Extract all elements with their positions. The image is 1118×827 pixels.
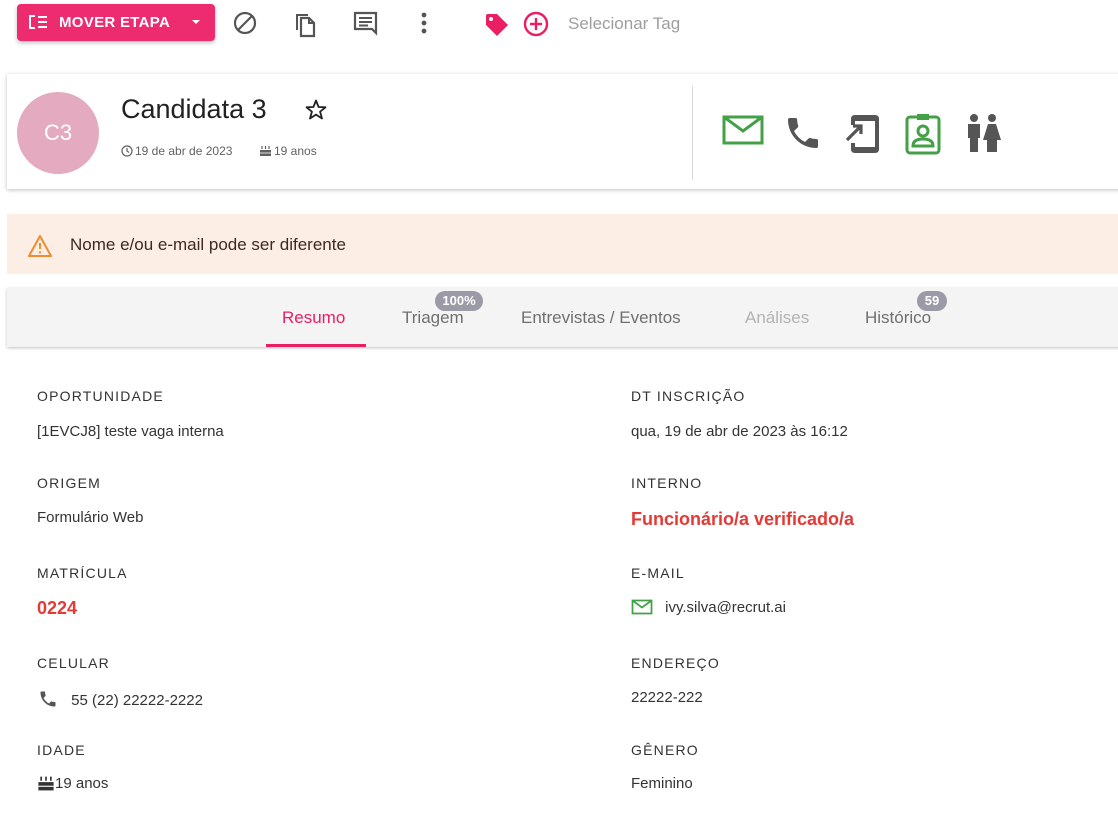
origem-label: ORIGEM <box>37 475 101 491</box>
idade-value: 19 anos <box>55 775 109 792</box>
tag-select[interactable]: Selecionar Tag <box>568 14 680 34</box>
caret-down-icon[interactable] <box>189 14 203 34</box>
email-label: E-MAIL <box>631 565 685 581</box>
genero-value: Feminino <box>631 775 693 792</box>
clock-icon <box>121 145 133 157</box>
candidate-age-text: 19 anos <box>274 144 317 158</box>
celular-field: 55 (22) 22222-2222 <box>37 689 203 709</box>
tab-historico[interactable]: Histórico <box>865 308 931 328</box>
warning-banner: Nome e/ou e-mail pode ser diferente <box>7 214 1118 274</box>
toolbar: MOVER ETAPA Selecionar Tag <box>0 0 1118 48</box>
candidate-name: Candidata 3 <box>121 94 267 124</box>
celular-label: CELULAR <box>37 655 110 671</box>
move-stage-label: MOVER ETAPA <box>59 14 171 31</box>
historico-badge: 59 <box>917 291 947 311</box>
star-icon[interactable] <box>304 98 328 127</box>
inscricao-label: DT INSCRIÇÃO <box>631 388 746 404</box>
warning-icon <box>27 234 53 263</box>
email-icon <box>631 599 653 615</box>
email-icon[interactable] <box>721 112 765 153</box>
badge-icon[interactable] <box>903 112 943 161</box>
email-value[interactable]: ivy.silva@recrut.ai <box>665 599 786 616</box>
cake-icon <box>260 146 271 156</box>
triagem-badge: 100% <box>435 291 483 311</box>
tab-entrevistas[interactable]: Entrevistas / Eventos <box>521 308 681 328</box>
matricula-label: MATRÍCULA <box>37 565 128 581</box>
interno-value: Funcionário/a verificado/a <box>631 509 855 529</box>
candidate-age: 19 anos <box>259 144 317 158</box>
tab-bar: Resumo Triagem 100% Entrevistas / Evento… <box>7 288 1118 347</box>
send-to-mobile-icon[interactable] <box>843 112 883 161</box>
matricula-value: 0224 <box>37 598 78 618</box>
copy-icon[interactable] <box>292 10 318 43</box>
phone-icon <box>40 691 56 707</box>
move-stage-icon <box>27 14 49 34</box>
candidate-card: C3 Candidata 3 19 de abr de 2023 19 anos <box>7 74 1118 189</box>
candidate-date-text: 19 de abr de 2023 <box>135 144 233 158</box>
inscricao-value: qua, 19 de abr de 2023 às 16:12 <box>631 423 848 440</box>
origem-value: Formulário Web <box>37 509 144 526</box>
tab-analises: Análises <box>745 308 810 327</box>
avatar: C3 <box>17 92 99 174</box>
active-tab-indicator <box>266 344 366 347</box>
email-field: ivy.silva@recrut.ai <box>631 598 786 616</box>
card-divider <box>692 86 693 180</box>
idade-field: 19 anos <box>37 775 108 792</box>
more-vert-icon[interactable] <box>418 10 430 43</box>
oportunidade-label: OPORTUNIDADE <box>37 388 164 404</box>
tab-triagem[interactable]: Triagem <box>402 308 464 328</box>
add-circle-icon[interactable] <box>522 10 550 43</box>
family-icon[interactable] <box>963 112 1003 161</box>
phone-icon[interactable] <box>783 113 823 158</box>
tag-icon <box>484 12 510 43</box>
celular-value: 55 (22) 22222-2222 <box>71 692 203 709</box>
oportunidade-value: [1EVCJ8] teste vaga interna <box>37 423 224 440</box>
cake-icon <box>38 776 54 791</box>
warning-text: Nome e/ou e-mail pode ser diferente <box>70 235 346 254</box>
endereco-label: ENDEREÇO <box>631 655 720 671</box>
block-icon[interactable] <box>232 10 258 41</box>
move-stage-button[interactable]: MOVER ETAPA <box>17 4 215 41</box>
comment-icon[interactable] <box>352 10 380 43</box>
genero-label: GÊNERO <box>631 742 699 758</box>
candidate-date: 19 de abr de 2023 <box>121 144 232 158</box>
idade-label: IDADE <box>37 742 86 758</box>
endereco-value: 22222-222 <box>631 689 703 706</box>
tab-resumo[interactable]: Resumo <box>282 308 345 328</box>
interno-label: INTERNO <box>631 475 703 491</box>
